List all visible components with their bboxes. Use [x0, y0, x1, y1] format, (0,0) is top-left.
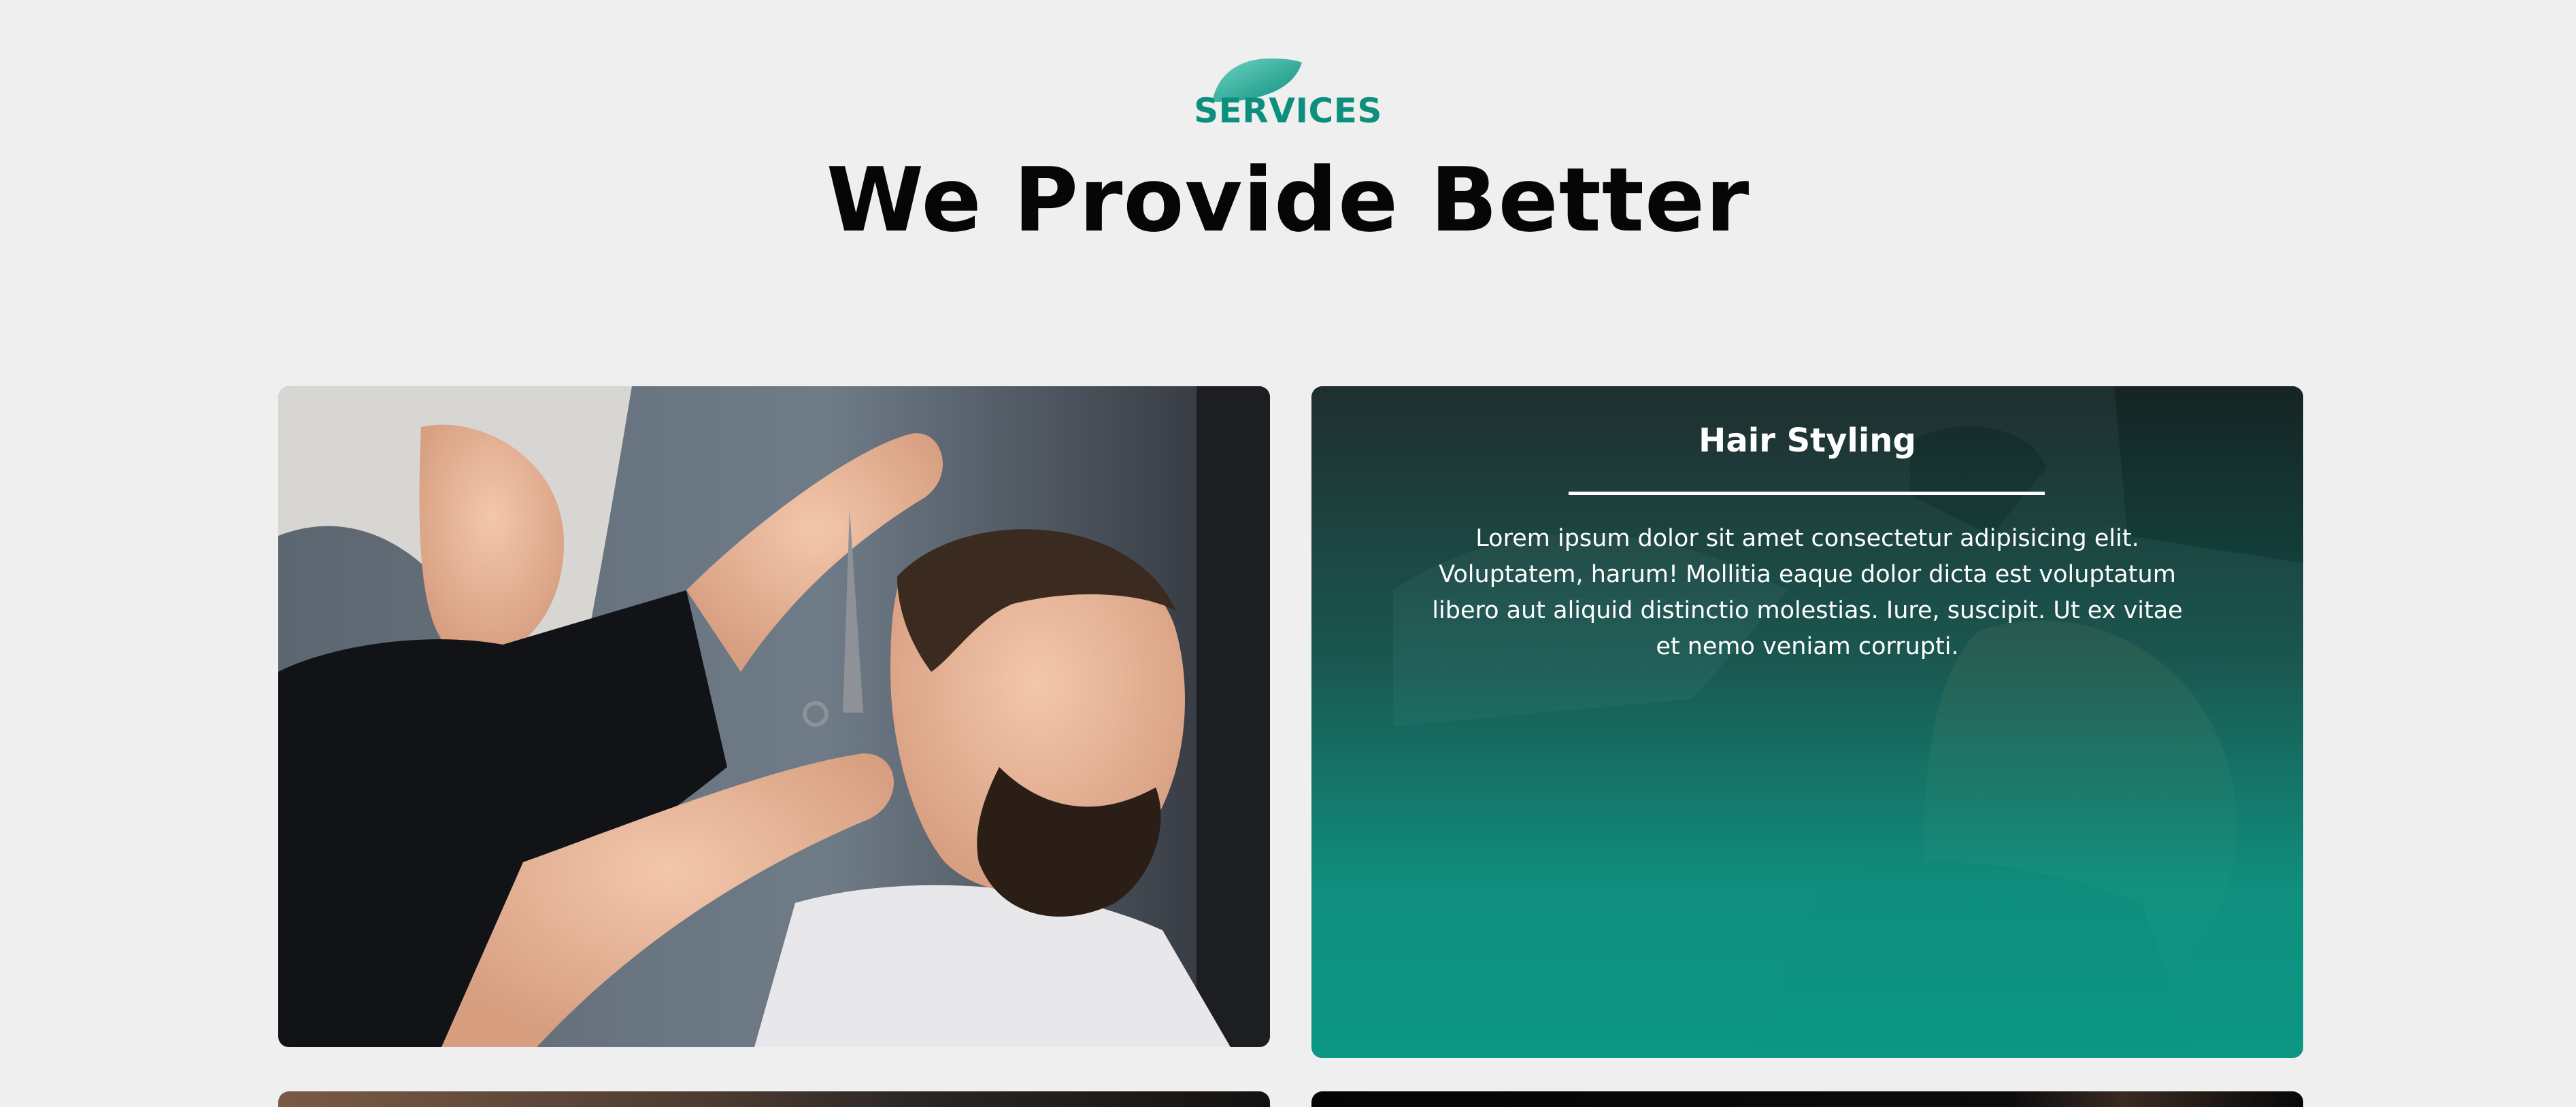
services-section-header: SERVICES We Provide Better	[0, 0, 2576, 286]
barber-cutting-hair-photo	[278, 386, 1270, 1047]
section-title: We Provide Better	[826, 148, 1750, 252]
card-divider	[1569, 492, 2045, 495]
service-card-photo[interactable]	[278, 386, 1270, 1047]
service-card-hair-styling[interactable]: Hair Styling Lorem ipsum dolor sit amet …	[1311, 386, 2303, 1058]
section-eyebrow: SERVICES	[1194, 91, 1382, 131]
card-color-overlay	[1311, 386, 2303, 1058]
service-card-third[interactable]	[278, 1091, 1270, 1107]
card-title: Hair Styling	[1699, 422, 1916, 460]
service-card-fourth[interactable]	[1311, 1091, 2303, 1107]
card-description: Lorem ipsum dolor sit amet consectetur a…	[1432, 525, 2183, 660]
